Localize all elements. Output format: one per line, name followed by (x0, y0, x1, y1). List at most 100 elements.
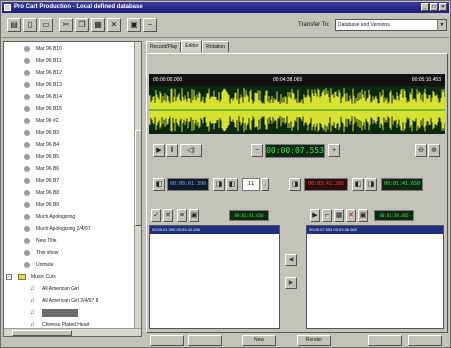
scroll-thumb[interactable] (12, 330, 72, 336)
bottom-button-2[interactable] (188, 335, 222, 346)
tree-item[interactable]: Much Apologizing (24, 212, 75, 222)
scroll-thumb[interactable] (135, 130, 141, 226)
list-delete-icon[interactable]: ✕ (346, 209, 356, 222)
tree-item[interactable]: Mar 96 #2 (24, 116, 59, 126)
right-segment-list[interactable]: 00:00:07.553 00:03:38.065 (306, 225, 444, 329)
tree-item-label: Chinese Plated Heart (42, 322, 90, 328)
tree-vertical-scrollbar[interactable] (134, 42, 141, 328)
list-properties-icon[interactable]: ▣ (189, 209, 199, 222)
tree-item-label: Mar 96 B3 (36, 130, 60, 136)
tree-item[interactable]: Mar 96 B15 (24, 104, 62, 114)
maximize-button[interactable]: □ (430, 3, 438, 11)
new-document-icon[interactable]: ▯ (23, 18, 37, 32)
tree-item[interactable]: Mar 96 B14 (24, 92, 62, 102)
cart-icon (24, 237, 30, 244)
nudge-out-right-button[interactable]: ◨ (365, 178, 377, 191)
cancel-icon[interactable]: ✕ (163, 209, 173, 222)
tree-item[interactable]: ♫ All American Girl 2/4/97 8 (30, 296, 98, 306)
move-right-button[interactable]: ▶ (285, 277, 297, 289)
list-info-icon[interactable]: ▣ (358, 209, 368, 222)
music-note-icon: ♫ (30, 322, 35, 328)
decrement-button[interactable]: − (251, 144, 263, 157)
tree-item[interactable]: Mar 96 B11 (24, 56, 61, 66)
cart-icon (24, 93, 30, 100)
tree-item[interactable]: Mar 96 B6 (24, 164, 59, 174)
transfer-select[interactable]: Database and Versions ▼ (335, 19, 447, 31)
tree-item-label: Mar 96 B11 (36, 58, 62, 64)
app-window: Pro Cart Production - Local defined data… (0, 0, 451, 348)
tree-item[interactable]: ♫ (30, 308, 78, 318)
tree-folder[interactable]: − Music Cuts (6, 272, 56, 282)
tree-item-label: All American Girl (42, 286, 79, 292)
render-button[interactable]: Render (297, 335, 331, 346)
tab-editor[interactable]: Editor (181, 40, 203, 52)
chevron-down-icon[interactable]: ▼ (437, 20, 446, 30)
tree-item[interactable]: Mar 96 B12 (24, 68, 62, 78)
minimize-button[interactable]: _ (421, 3, 429, 11)
set-length-button[interactable]: ◨ (289, 178, 301, 191)
pause-button[interactable]: ‖ (166, 144, 178, 157)
bottom-button-5[interactable] (368, 335, 402, 346)
nudge-right-button[interactable]: ◧ (226, 178, 238, 191)
cart-icon (24, 249, 30, 256)
close-button[interactable]: × (439, 3, 447, 11)
tree-item-label: Mar 96 B5 (36, 154, 60, 160)
tree-item[interactable]: Mar 96 B4 (24, 140, 59, 150)
tree-item[interactable]: New Title (24, 236, 57, 246)
left-segment-list[interactable]: 00:00:01.390 00:03:42.286 (149, 225, 280, 329)
tab-record-play[interactable]: Record/Play (146, 41, 182, 52)
properties-icon[interactable]: ▣ (127, 18, 141, 32)
nudge-left-button[interactable]: ◨ (213, 178, 225, 191)
stepper-arrows[interactable]: ↕ (261, 178, 269, 191)
collapse-icon[interactable]: − (6, 274, 12, 280)
tree-item[interactable]: ♫ Chinese Plated Heart (30, 320, 90, 330)
zoom-in-icon[interactable]: ⊕ (428, 144, 440, 157)
tree-item-label: Mar 96 B12 (36, 70, 62, 76)
database-icon[interactable]: ▤ (7, 18, 21, 32)
tree-item[interactable]: Much Apologizing 2/4/97 (24, 224, 90, 234)
tab-strip: Record/Play Editor Rotation (146, 40, 229, 53)
bottom-button-6[interactable] (408, 335, 442, 346)
increment-button[interactable]: + (328, 144, 340, 157)
tree-item[interactable]: Mar 96 B13 (24, 80, 62, 90)
cut-icon[interactable]: ✂ (59, 18, 73, 32)
nudge-out-left-button[interactable]: ◧ (352, 178, 364, 191)
list-tool-icon[interactable]: ⌐ (322, 209, 332, 222)
cart-icon (24, 69, 30, 76)
tree-item[interactable]: Mar 96 B7 (24, 176, 59, 186)
speaker-icon[interactable]: ◁) (180, 144, 202, 157)
bottom-button-1[interactable] (150, 335, 184, 346)
toolbar: ▤ ▯ ▭ ✂ ❐ ▦ ✕ ▣ − Transfer To: Database … (2, 14, 449, 38)
copy-icon[interactable]: ❐ (75, 18, 89, 32)
list-crop-icon[interactable]: ▦ (334, 209, 344, 222)
set-in-button[interactable]: ◧ (153, 178, 165, 191)
list-edit-icon[interactable]: ≡ (177, 209, 187, 222)
tree-item[interactable]: Mar 96 B10 (24, 44, 62, 54)
tree-item[interactable]: Mar 96 B3 (24, 128, 59, 138)
waveform-display[interactable] (149, 86, 445, 134)
new-button[interactable]: New (242, 335, 276, 346)
window-title: Pro Cart Production - Local defined data… (14, 4, 143, 10)
tree-item[interactable]: ♫ All American Girl (30, 284, 79, 294)
paste-icon[interactable]: ▦ (91, 18, 105, 32)
tree-item[interactable]: Mar 96 B8 (24, 188, 59, 198)
open-icon[interactable]: ▭ (39, 18, 53, 32)
minus-icon[interactable]: − (143, 18, 157, 32)
tree-item[interactable]: This show (24, 248, 59, 258)
stepper-value[interactable]: 11 (242, 178, 260, 191)
check-icon[interactable]: ✓ (151, 209, 161, 222)
list-play-icon[interactable]: ▶ (310, 209, 320, 222)
zoom-out-icon[interactable]: ⊖ (415, 144, 427, 157)
tab-rotation[interactable]: Rotation (202, 41, 229, 52)
cart-icon (24, 213, 30, 220)
left-list-total: 00:01:41.650 (229, 210, 269, 221)
tree-item[interactable]: Mar 96 B9 (24, 200, 59, 210)
delete-icon[interactable]: ✕ (107, 18, 121, 32)
tree-item[interactable]: Mar 96 B5 (24, 152, 59, 162)
tree-item-label: Mar 96 B10 (36, 46, 62, 52)
move-left-button[interactable]: ◀ (285, 254, 297, 266)
tree-item[interactable]: Unmute (24, 260, 54, 270)
play-button[interactable]: ▶ (153, 144, 165, 157)
tree-item-label: Unmute (36, 262, 54, 268)
transfer-value: Database and Versions (338, 22, 390, 28)
